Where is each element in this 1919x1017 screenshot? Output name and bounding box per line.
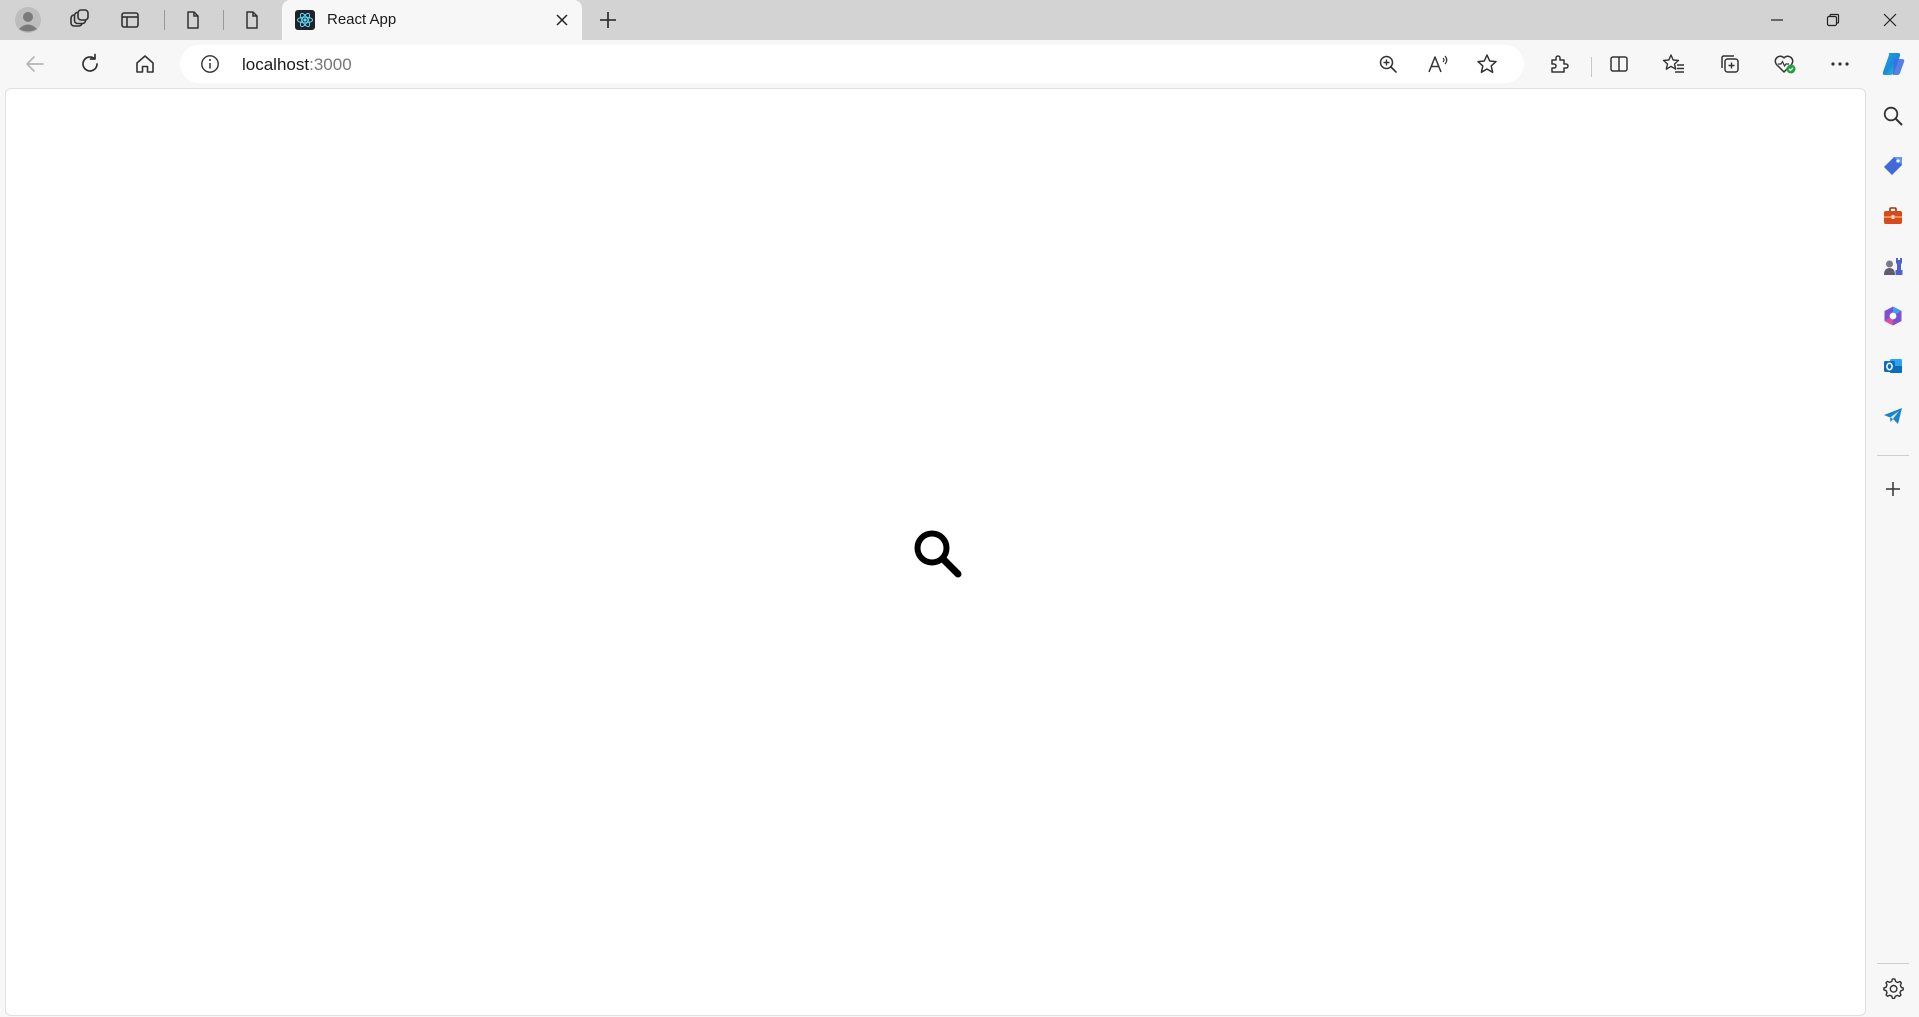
site-info-button[interactable] — [199, 53, 221, 75]
browser-essentials-button[interactable] — [1767, 46, 1803, 82]
search-icon — [1883, 106, 1903, 126]
restore-button[interactable] — [1804, 0, 1862, 40]
restore-icon — [1826, 13, 1840, 27]
favorites-button[interactable] — [1656, 46, 1692, 82]
back-button[interactable] — [17, 46, 53, 82]
sidebar-separator — [1877, 963, 1909, 964]
copilot-icon — [1882, 53, 1905, 75]
minimize-icon — [1771, 19, 1783, 21]
browser-toolbar: localhost:3000 — [0, 40, 1919, 88]
sidebar-settings-button[interactable] — [1877, 972, 1909, 1004]
profile-button[interactable] — [10, 4, 46, 36]
games-icon — [1884, 258, 1903, 275]
heart-health-icon — [1774, 55, 1796, 74]
add-icon — [1886, 482, 1900, 496]
sidebar-shopping-button[interactable] — [1877, 150, 1909, 182]
telegram-icon — [1884, 408, 1902, 424]
split-screen-icon — [1610, 56, 1628, 72]
sidebar-m365-button[interactable] — [1877, 300, 1909, 332]
document-icon — [246, 11, 258, 29]
more-icon — [1831, 62, 1849, 66]
tab-separator — [164, 10, 165, 30]
extensions-icon — [1551, 55, 1569, 73]
collections-icon — [1721, 55, 1739, 73]
refresh-button[interactable] — [72, 46, 108, 82]
url-port: :3000 — [309, 55, 352, 74]
shopping-tag-icon — [1884, 157, 1902, 175]
toolbar-separator — [1591, 57, 1592, 77]
close-tab-button[interactable] — [550, 8, 574, 32]
workspaces-button[interactable] — [61, 4, 97, 36]
settings-icon — [1883, 978, 1904, 999]
search-icon[interactable] — [910, 526, 966, 582]
page-viewport — [5, 88, 1866, 1016]
tab-separator — [223, 10, 224, 30]
sidebar-outlook-button[interactable] — [1877, 350, 1909, 382]
read-aloud-button[interactable] — [1421, 47, 1455, 81]
edge-sidebar — [1867, 88, 1919, 1017]
info-icon — [201, 55, 219, 73]
profile-avatar-icon — [15, 7, 41, 33]
minimize-button[interactable] — [1748, 0, 1806, 40]
split-screen-button[interactable] — [1601, 46, 1637, 82]
close-icon — [556, 14, 568, 26]
tab-title: React App — [327, 11, 397, 28]
close-icon — [1883, 13, 1897, 27]
zoom-in-icon — [1379, 55, 1397, 73]
extensions-button[interactable] — [1541, 46, 1577, 82]
copilot-button[interactable] — [1875, 46, 1911, 82]
favorite-button[interactable] — [1470, 47, 1504, 81]
close-window-button[interactable] — [1861, 0, 1919, 40]
tab-actions-button[interactable] — [112, 4, 148, 36]
back-arrow-icon — [26, 56, 44, 72]
zoom-button[interactable] — [1371, 47, 1405, 81]
new-tab-button[interactable] — [590, 4, 626, 36]
read-aloud-icon — [1428, 55, 1448, 73]
sidebar-tools-button[interactable] — [1877, 200, 1909, 232]
pinned-tab-1[interactable] — [175, 4, 211, 36]
pinned-tab-2[interactable] — [234, 4, 270, 36]
home-icon — [136, 55, 154, 73]
plus-icon — [600, 12, 616, 28]
sidebar-search-button[interactable] — [1877, 100, 1909, 132]
react-icon — [295, 10, 315, 30]
document-icon — [187, 11, 199, 29]
vertical-tabs-icon — [121, 12, 139, 28]
workspaces-icon — [70, 9, 89, 27]
home-button[interactable] — [127, 46, 163, 82]
url-text[interactable]: localhost:3000 — [242, 55, 352, 75]
sidebar-separator — [1877, 455, 1909, 456]
collections-button[interactable] — [1712, 46, 1748, 82]
outlook-icon — [1884, 359, 1902, 373]
tools-icon — [1884, 207, 1902, 224]
tab-strip: React App — [0, 0, 1919, 40]
address-bar[interactable]: localhost:3000 — [180, 45, 1524, 83]
sidebar-games-button[interactable] — [1877, 250, 1909, 282]
settings-more-button[interactable] — [1822, 46, 1858, 82]
star-icon — [1477, 54, 1497, 74]
url-host: localhost — [242, 55, 310, 74]
refresh-icon — [82, 53, 98, 72]
sidebar-add-button[interactable] — [1877, 473, 1909, 505]
sidebar-telegram-button[interactable] — [1877, 400, 1909, 432]
microsoft-365-icon — [1884, 306, 1902, 326]
favorites-list-icon — [1662, 54, 1684, 73]
tab-react-app[interactable]: React App — [282, 0, 582, 40]
